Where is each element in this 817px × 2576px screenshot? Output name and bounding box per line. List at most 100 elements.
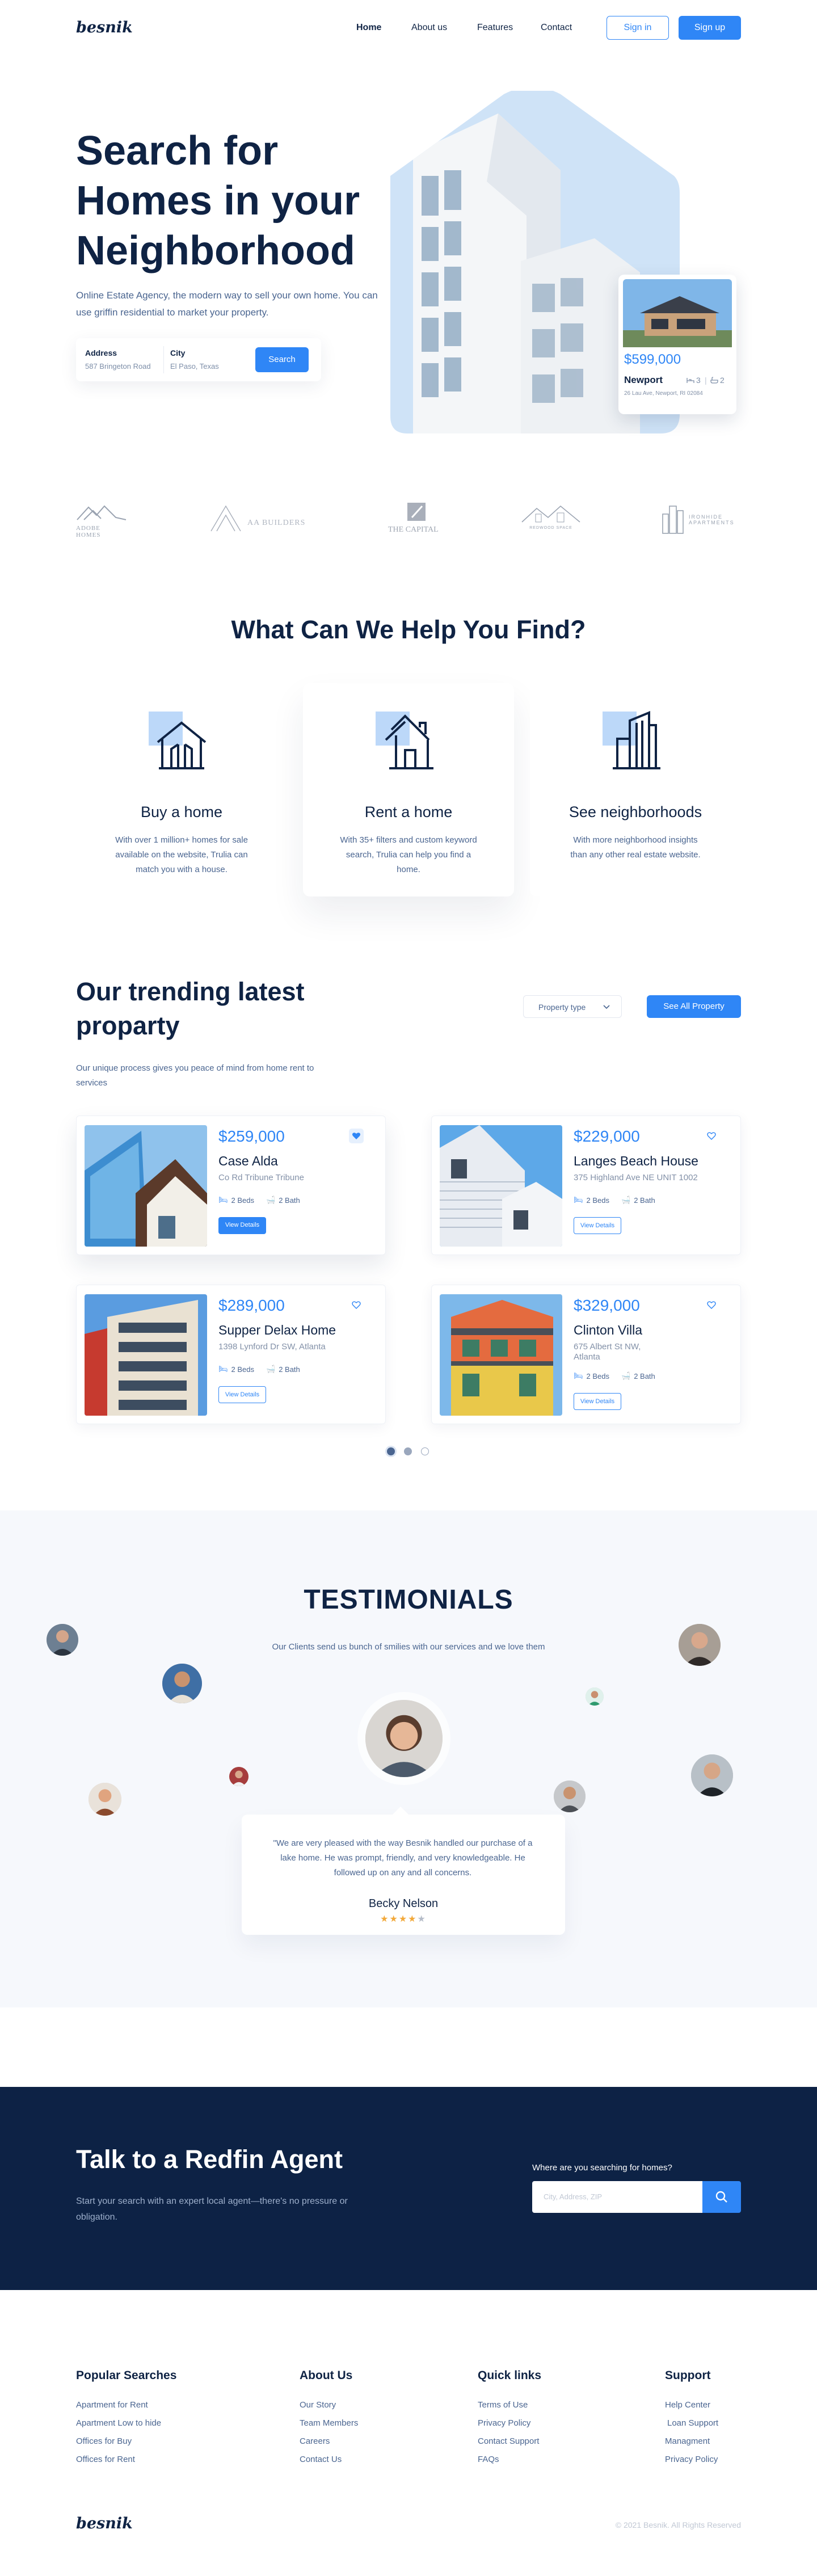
rent-house-icon xyxy=(376,712,433,769)
signin-button[interactable]: Sign in xyxy=(607,16,669,40)
trending-subtitle: Our unique process gives you peace of mi… xyxy=(76,1063,314,1088)
buildings-icon xyxy=(603,711,660,769)
partner-logo-capital: THE CAPITAL xyxy=(386,502,448,536)
client-avatar[interactable] xyxy=(47,1624,78,1656)
cta-search-button[interactable] xyxy=(702,2181,741,2213)
property-card[interactable]: $229,000 Langes Beach House 375 Highland… xyxy=(431,1116,741,1255)
view-details-button[interactable]: View Details xyxy=(218,1217,266,1234)
beds-text: 2 Beds xyxy=(586,1371,609,1380)
footer-link[interactable]: Team Members xyxy=(300,2418,358,2428)
footer-link[interactable]: Terms of Use xyxy=(478,2400,528,2410)
footer-link[interactable]: Contact Us xyxy=(300,2455,342,2464)
favorite-button[interactable] xyxy=(704,1298,719,1312)
featured-beds: 3 xyxy=(696,376,701,385)
baths-text: 2 Bath xyxy=(634,1196,655,1205)
featured-property-card[interactable]: $599,000 Newport 26 Lau Ave, Newport, RI… xyxy=(618,275,736,414)
property-beds: 🛏 2 Beds xyxy=(574,1371,609,1380)
featured-property-photo xyxy=(623,279,732,347)
city-input[interactable]: El Paso, Texas xyxy=(170,362,219,371)
property-photo xyxy=(85,1125,207,1247)
star-icon: ★ xyxy=(417,1914,427,1924)
brand-logo[interactable]: besnik xyxy=(76,19,133,36)
testimonial-card: "We are very pleased with the way Besnik… xyxy=(242,1807,565,1935)
footer-link[interactable]: Careers xyxy=(300,2436,330,2446)
footer-link[interactable]: FAQs xyxy=(478,2455,499,2464)
chevron-down-icon xyxy=(603,1005,610,1009)
testimonial-pointer xyxy=(391,1807,410,1816)
nav-home[interactable]: Home xyxy=(356,23,381,33)
nav-about[interactable]: About us xyxy=(411,23,447,33)
hero-title: Search for Homes in your Neighborhood xyxy=(76,128,360,273)
client-avatar[interactable] xyxy=(229,1767,249,1786)
favorite-button[interactable] xyxy=(349,1298,364,1312)
heart-filled-icon xyxy=(352,1133,360,1139)
help-card-rent[interactable]: Rent a home With 35+ filters and custom … xyxy=(303,683,514,896)
favorite-button[interactable] xyxy=(704,1129,719,1143)
footer-link[interactable]: Help Center xyxy=(665,2400,710,2410)
city-label: City xyxy=(170,348,186,357)
bed-icon: 🛏 xyxy=(218,1196,228,1204)
footer-link[interactable]: Offices for Buy xyxy=(76,2436,132,2446)
trending-title: Our trending latest proparty xyxy=(76,977,305,1040)
footer-link[interactable]: Privacy Policy xyxy=(665,2455,718,2464)
help-card-desc: With over 1 million+ homes for sale avai… xyxy=(115,835,248,874)
client-avatar[interactable] xyxy=(586,1687,604,1706)
nav-features[interactable]: Features xyxy=(477,23,513,33)
footer-heading: Popular Searches xyxy=(76,2369,177,2382)
carousel-dot[interactable] xyxy=(421,1447,429,1455)
client-avatar[interactable] xyxy=(554,1781,586,1812)
testimonials-title: TESTIMONIALS xyxy=(304,1585,513,1615)
help-card-desc: With more neighborhood insights than any… xyxy=(570,835,701,860)
property-card[interactable]: $259,000 Case Alda Co Rd Tribune Tribune… xyxy=(76,1116,386,1255)
footer-link[interactable]: Managment xyxy=(665,2436,710,2446)
footer-logo[interactable]: besnik xyxy=(76,2515,133,2532)
beds-text: 2 Beds xyxy=(231,1196,254,1205)
footer-heading: Quick links xyxy=(478,2369,542,2382)
favorite-button[interactable] xyxy=(349,1129,364,1143)
top-navbar: besnik Home About us Features Contact Si… xyxy=(0,0,817,57)
cta-search-input[interactable]: City, Address, ZIP xyxy=(532,2181,702,2213)
footer-link[interactable]: Offices for Rent xyxy=(76,2455,135,2464)
star-icon: ★ xyxy=(398,1914,408,1924)
beds-text: 2 Beds xyxy=(586,1196,609,1205)
beds-text: 2 Beds xyxy=(231,1365,254,1374)
nav-contact[interactable]: Contact xyxy=(541,23,572,33)
carousel-dot-active[interactable] xyxy=(387,1447,395,1455)
footer-link[interactable]: Contact Support xyxy=(478,2436,539,2446)
cta-subtitle: Start your search with an expert local a… xyxy=(76,2196,348,2222)
help-card-neighborhoods[interactable]: See neighborhoods With more neighborhood… xyxy=(530,683,741,896)
property-card[interactable]: $289,000 Supper Delax Home 1398 Lynford … xyxy=(76,1285,386,1424)
help-card-buy[interactable]: Buy a home With over 1 million+ homes fo… xyxy=(76,683,287,896)
address-label: Address xyxy=(85,348,117,357)
property-price: $329,000 xyxy=(574,1297,640,1314)
footer-link[interactable]: Apartment for Rent xyxy=(76,2400,148,2410)
footer-link[interactable]: Apartment Low to hide xyxy=(76,2418,161,2428)
property-type-select[interactable]: Property type xyxy=(523,995,622,1018)
signup-button[interactable]: Sign up xyxy=(679,16,741,40)
see-all-button[interactable]: See All Property xyxy=(647,995,741,1018)
client-avatar[interactable] xyxy=(89,1783,121,1816)
property-card[interactable]: $329,000 Clinton Villa 675 Albert St NW,… xyxy=(431,1285,741,1424)
property-photo xyxy=(85,1294,207,1416)
client-avatar[interactable] xyxy=(691,1754,733,1796)
address-input[interactable]: 587 Bringeton Road xyxy=(85,362,151,371)
heart-icon xyxy=(707,1132,716,1140)
property-price: $289,000 xyxy=(218,1297,285,1314)
property-name: Case Alda xyxy=(218,1154,278,1168)
client-avatar[interactable] xyxy=(162,1664,202,1703)
carousel-dot[interactable] xyxy=(404,1447,412,1455)
view-details-button[interactable]: View Details xyxy=(574,1217,621,1234)
baths-text: 2 Bath xyxy=(634,1371,655,1380)
footer-link[interactable]: Loan Support xyxy=(667,2418,718,2428)
footer-heading: About Us xyxy=(300,2369,353,2382)
partner-name: THE CAPITAL xyxy=(388,525,439,534)
client-avatar[interactable] xyxy=(679,1624,721,1666)
view-details-button[interactable]: View Details xyxy=(574,1393,621,1410)
footer-link[interactable]: Privacy Policy xyxy=(478,2418,530,2428)
hero-search-button[interactable]: Search xyxy=(255,347,309,372)
property-beds: 🛏 2 Beds xyxy=(574,1196,609,1205)
footer-link[interactable]: Our Story xyxy=(300,2400,336,2410)
property-baths: 🛁 2 Bath xyxy=(266,1365,300,1374)
featured-client-avatar[interactable] xyxy=(365,1700,443,1777)
view-details-button[interactable]: View Details xyxy=(218,1386,266,1403)
